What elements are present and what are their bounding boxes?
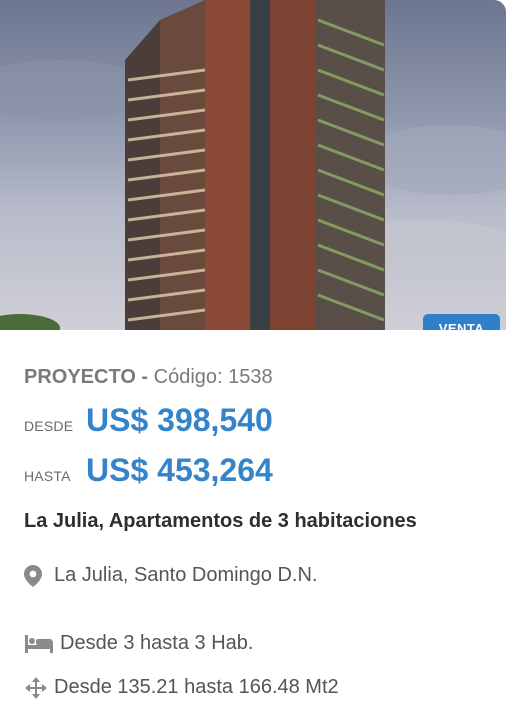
area-text: Desde 135.21 hasta 166.48 Mt2 <box>54 676 339 698</box>
price-to-row: HASTA US$ 453,264 <box>24 452 273 489</box>
listing-title[interactable]: La Julia, Apartamentos de 3 habitaciones <box>24 510 484 533</box>
property-type-line: PROYECTO - Código: 1538 <box>24 366 273 389</box>
property-photo[interactable]: VENTA <box>0 0 506 330</box>
move-arrows-icon <box>24 676 48 699</box>
price-to-label: HASTA <box>24 468 71 484</box>
bed-icon <box>24 634 54 653</box>
location-row: La Julia, Santo Domingo D.N. <box>24 564 317 587</box>
bedrooms-text: Desde 3 hasta 3 Hab. <box>60 632 254 654</box>
map-marker-icon <box>24 564 42 587</box>
property-card[interactable]: VENTA PROYECTO - Código: 1538 DESDE US$ … <box>0 0 506 727</box>
area-row: Desde 135.21 hasta 166.48 Mt2 <box>24 676 339 699</box>
building-image <box>0 0 506 330</box>
price-to-value: US$ 453,264 <box>86 452 273 488</box>
location-text: La Julia, Santo Domingo D.N. <box>54 564 318 586</box>
bedrooms-row: Desde 3 hasta 3 Hab. <box>24 632 253 655</box>
property-code: Código: 1538 <box>153 366 273 388</box>
status-badge: VENTA <box>423 314 500 330</box>
price-from-value: US$ 398,540 <box>86 402 273 438</box>
price-from-label: DESDE <box>24 418 74 434</box>
property-type: PROYECTO - <box>24 366 149 388</box>
price-from-row: DESDE US$ 398,540 <box>24 402 273 439</box>
